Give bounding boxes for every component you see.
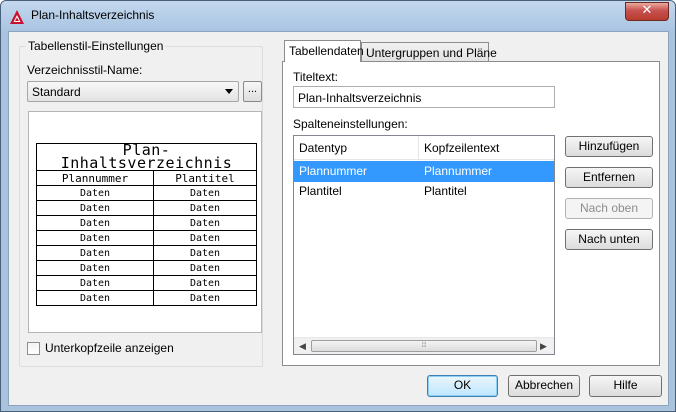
move-up-button[interactable]: Nach oben <box>565 198 653 219</box>
preview-cell: Daten <box>36 275 154 291</box>
style-name-value: Standard <box>32 85 81 99</box>
scroll-right-icon[interactable]: ▶ <box>540 341 547 352</box>
list-item[interactable]: Plantitel Plantitel <box>294 181 554 202</box>
list-item[interactable]: Plannummer Plannummer <box>294 161 554 182</box>
column-settings-list[interactable]: Datentyp Kopfzeilentext Plannummer Plann… <box>293 135 555 355</box>
style-name-dropdown[interactable]: Standard <box>27 81 239 102</box>
preview-cell: Daten <box>36 200 154 216</box>
chevron-down-icon <box>225 89 233 94</box>
column-header-kopfzeilentext[interactable]: Kopfzeilentext <box>419 136 554 160</box>
preview-cell: Daten <box>153 215 257 231</box>
tab-tabellendaten[interactable]: Tabellendaten <box>284 40 364 62</box>
list-cell-type: Plannummer <box>299 164 368 178</box>
preview-cell: Daten <box>36 245 154 261</box>
cancel-button[interactable]: Abbrechen <box>508 375 580 397</box>
subheader-checkbox-label[interactable]: Unterkopfzeile anzeigen <box>45 341 174 355</box>
preview-cell: Daten <box>153 185 257 201</box>
preview-cell: Daten <box>153 275 257 291</box>
style-name-label: Verzeichnisstil-Name: <box>27 63 143 77</box>
tab-panel-tabellendaten: Titeltext: Plan-Inhaltsverzeichnis Spalt… <box>282 61 660 366</box>
preview-table: Plan-Inhaltsverzeichnis Plannummer Plant… <box>36 143 257 306</box>
list-cell-header: Plannummer <box>424 164 493 178</box>
dialog-body: Tabellenstil-Einstellungen Verzeichnisst… <box>8 31 669 406</box>
table-style-group-title: Tabellenstil-Einstellungen <box>26 39 166 53</box>
preview-cell: Daten <box>153 230 257 246</box>
dialog-window: Plan-Inhaltsverzeichnis ✕ Tabellenstil-E… <box>0 0 676 412</box>
horizontal-scrollbar[interactable]: ◀ ⦙⦙⦙ ▶ <box>294 337 554 354</box>
ok-button[interactable]: OK <box>427 375 498 397</box>
preview-cell: Daten <box>36 185 154 201</box>
preview-cell: Daten <box>153 245 257 261</box>
preview-cell: Daten <box>153 200 257 216</box>
close-button[interactable]: ✕ <box>625 2 669 21</box>
window-title: Plan-Inhaltsverzeichnis <box>31 8 155 22</box>
preview-cell: Daten <box>36 260 154 276</box>
preview-cell: Daten <box>36 230 154 246</box>
scrollbar-thumb[interactable]: ⦙⦙⦙ <box>311 340 537 352</box>
remove-button[interactable]: Entfernen <box>565 167 653 188</box>
preview-cell: Daten <box>153 260 257 276</box>
add-button[interactable]: Hinzufügen <box>565 136 653 157</box>
move-down-button[interactable]: Nach unten <box>565 229 653 250</box>
preview-title: Plan-Inhaltsverzeichnis <box>36 143 257 171</box>
column-settings-label: Spalteneinstellungen: <box>293 117 408 131</box>
preview-cell: Daten <box>153 290 257 306</box>
table-style-preview: Plan-Inhaltsverzeichnis Plannummer Plant… <box>28 111 262 333</box>
preview-cell: Daten <box>36 290 154 306</box>
title-text-value: Plan-Inhaltsverzeichnis <box>298 91 422 105</box>
browse-style-button[interactable]: ... <box>243 81 262 102</box>
list-header: Datentyp Kopfzeilentext <box>294 136 554 160</box>
title-text-input[interactable]: Plan-Inhaltsverzeichnis <box>293 86 555 108</box>
preview-header-cell: Plannummer <box>36 170 154 186</box>
subheader-checkbox[interactable] <box>27 342 40 355</box>
scroll-left-icon[interactable]: ◀ <box>299 341 306 352</box>
title-text-label: Titeltext: <box>293 70 338 84</box>
help-button[interactable]: Hilfe <box>589 375 662 397</box>
autocad-app-icon <box>10 10 24 24</box>
column-header-datentyp[interactable]: Datentyp <box>294 136 419 160</box>
preview-cell: Daten <box>36 215 154 231</box>
preview-header-cell: Plantitel <box>153 170 257 186</box>
tab-untergruppen-und-plaene[interactable]: Untergruppen und Pläne <box>361 42 497 62</box>
list-cell-header: Plantitel <box>424 184 467 198</box>
list-cell-type: Plantitel <box>299 184 342 198</box>
title-bar[interactable]: Plan-Inhaltsverzeichnis ✕ <box>1 1 675 31</box>
